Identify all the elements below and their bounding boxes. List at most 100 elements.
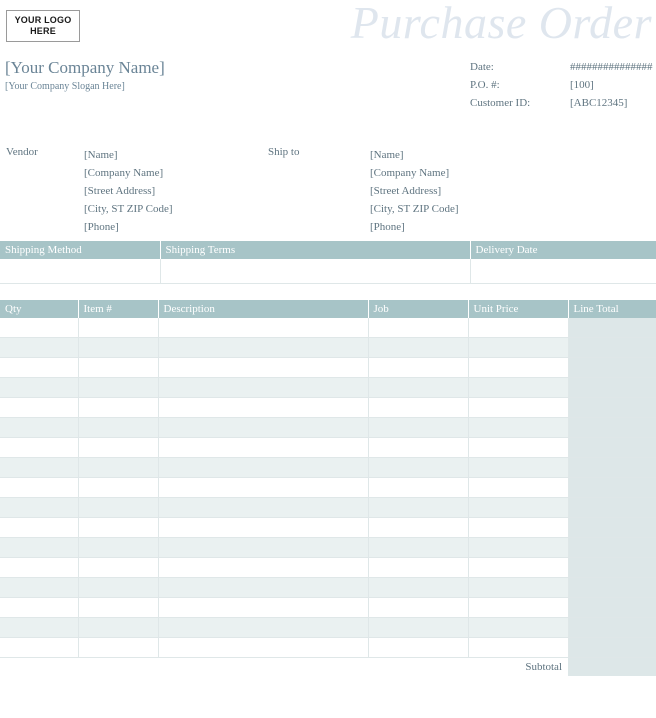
ship-to-line-phone[interactable]: [Phone] — [370, 218, 459, 236]
cell-job[interactable] — [368, 337, 469, 358]
cell-item-number[interactable] — [78, 577, 159, 598]
cell-job[interactable] — [368, 437, 469, 458]
cell-item-number[interactable] — [78, 377, 159, 398]
cell-description[interactable] — [158, 377, 369, 398]
cell-unit-price[interactable] — [468, 437, 569, 458]
cell-item-number[interactable] — [78, 617, 159, 638]
cell-job[interactable] — [368, 397, 469, 418]
cell-job[interactable] — [368, 597, 469, 618]
cell-unit-price[interactable] — [468, 357, 569, 378]
cell-qty[interactable] — [0, 577, 79, 598]
cell-description[interactable] — [158, 477, 369, 498]
cell-line-total[interactable] — [568, 337, 656, 358]
cell-qty[interactable] — [0, 617, 79, 638]
cell-line-total[interactable] — [568, 617, 656, 638]
cell-line-total[interactable] — [568, 477, 656, 498]
cell-line-total[interactable] — [568, 537, 656, 558]
cell-line-total[interactable] — [568, 557, 656, 578]
cell-job[interactable] — [368, 457, 469, 478]
cell-qty[interactable] — [0, 497, 79, 518]
vendor-line-phone[interactable]: [Phone] — [84, 218, 173, 236]
cell-item-number[interactable] — [78, 517, 159, 538]
cell-item-number[interactable] — [78, 557, 159, 578]
cell-item-number[interactable] — [78, 537, 159, 558]
cell-line-total[interactable] — [568, 597, 656, 618]
cell-unit-price[interactable] — [468, 517, 569, 538]
cell-unit-price[interactable] — [468, 417, 569, 438]
cell-job[interactable] — [368, 357, 469, 378]
cell-job[interactable] — [368, 517, 469, 538]
cell-unit-price[interactable] — [468, 337, 569, 358]
shipping-method-cell[interactable] — [0, 259, 161, 284]
cell-line-total[interactable] — [568, 517, 656, 538]
cell-qty[interactable] — [0, 337, 79, 358]
cell-item-number[interactable] — [78, 437, 159, 458]
cell-job[interactable] — [368, 317, 469, 338]
cell-item-number[interactable] — [78, 337, 159, 358]
delivery-date-cell[interactable] — [470, 259, 656, 284]
cell-unit-price[interactable] — [468, 377, 569, 398]
cell-unit-price[interactable] — [468, 537, 569, 558]
cell-item-number[interactable] — [78, 457, 159, 478]
cell-unit-price[interactable] — [468, 577, 569, 598]
cell-line-total[interactable] — [568, 317, 656, 338]
vendor-line-name[interactable]: [Name] — [84, 146, 173, 164]
cell-item-number[interactable] — [78, 477, 159, 498]
vendor-line-company[interactable]: [Company Name] — [84, 164, 173, 182]
vendor-line-street[interactable]: [Street Address] — [84, 182, 173, 200]
cell-unit-price[interactable] — [468, 457, 569, 478]
cell-description[interactable] — [158, 397, 369, 418]
cell-qty[interactable] — [0, 637, 79, 658]
subtotal-value[interactable] — [568, 657, 656, 676]
cell-line-total[interactable] — [568, 377, 656, 398]
cell-line-total[interactable] — [568, 457, 656, 478]
cell-line-total[interactable] — [568, 397, 656, 418]
cell-item-number[interactable] — [78, 357, 159, 378]
meta-value-date[interactable]: ############### — [570, 61, 653, 79]
cell-line-total[interactable] — [568, 637, 656, 658]
shipping-terms-cell[interactable] — [160, 259, 471, 284]
cell-description[interactable] — [158, 537, 369, 558]
cell-unit-price[interactable] — [468, 477, 569, 498]
cell-description[interactable] — [158, 557, 369, 578]
vendor-address-block[interactable]: [Name] [Company Name] [Street Address] [… — [84, 146, 173, 236]
cell-unit-price[interactable] — [468, 317, 569, 338]
cell-item-number[interactable] — [78, 397, 159, 418]
cell-qty[interactable] — [0, 397, 79, 418]
cell-unit-price[interactable] — [468, 637, 569, 658]
cell-job[interactable] — [368, 637, 469, 658]
cell-item-number[interactable] — [78, 497, 159, 518]
cell-description[interactable] — [158, 617, 369, 638]
cell-description[interactable] — [158, 577, 369, 598]
cell-job[interactable] — [368, 477, 469, 498]
meta-value-po-number[interactable]: [100] — [570, 79, 653, 97]
cell-qty[interactable] — [0, 417, 79, 438]
cell-job[interactable] — [368, 497, 469, 518]
cell-qty[interactable] — [0, 517, 79, 538]
cell-qty[interactable] — [0, 377, 79, 398]
cell-qty[interactable] — [0, 317, 79, 338]
cell-qty[interactable] — [0, 477, 79, 498]
cell-description[interactable] — [158, 497, 369, 518]
logo-placeholder[interactable]: YOUR LOGO HERE — [6, 10, 80, 42]
cell-unit-price[interactable] — [468, 557, 569, 578]
cell-line-total[interactable] — [568, 577, 656, 598]
cell-unit-price[interactable] — [468, 497, 569, 518]
cell-description[interactable] — [158, 357, 369, 378]
cell-unit-price[interactable] — [468, 397, 569, 418]
company-slogan[interactable]: [Your Company Slogan Here] — [5, 81, 125, 92]
ship-to-line-city-state-zip[interactable]: [City, ST ZIP Code] — [370, 200, 459, 218]
cell-description[interactable] — [158, 317, 369, 338]
cell-job[interactable] — [368, 417, 469, 438]
cell-description[interactable] — [158, 457, 369, 478]
cell-job[interactable] — [368, 617, 469, 638]
cell-qty[interactable] — [0, 457, 79, 478]
cell-description[interactable] — [158, 417, 369, 438]
cell-description[interactable] — [158, 337, 369, 358]
cell-description[interactable] — [158, 517, 369, 538]
ship-to-line-street[interactable]: [Street Address] — [370, 182, 459, 200]
meta-value-customer-id[interactable]: [ABC12345] — [570, 97, 653, 115]
cell-item-number[interactable] — [78, 417, 159, 438]
cell-item-number[interactable] — [78, 317, 159, 338]
ship-to-address-block[interactable]: [Name] [Company Name] [Street Address] [… — [370, 146, 459, 236]
